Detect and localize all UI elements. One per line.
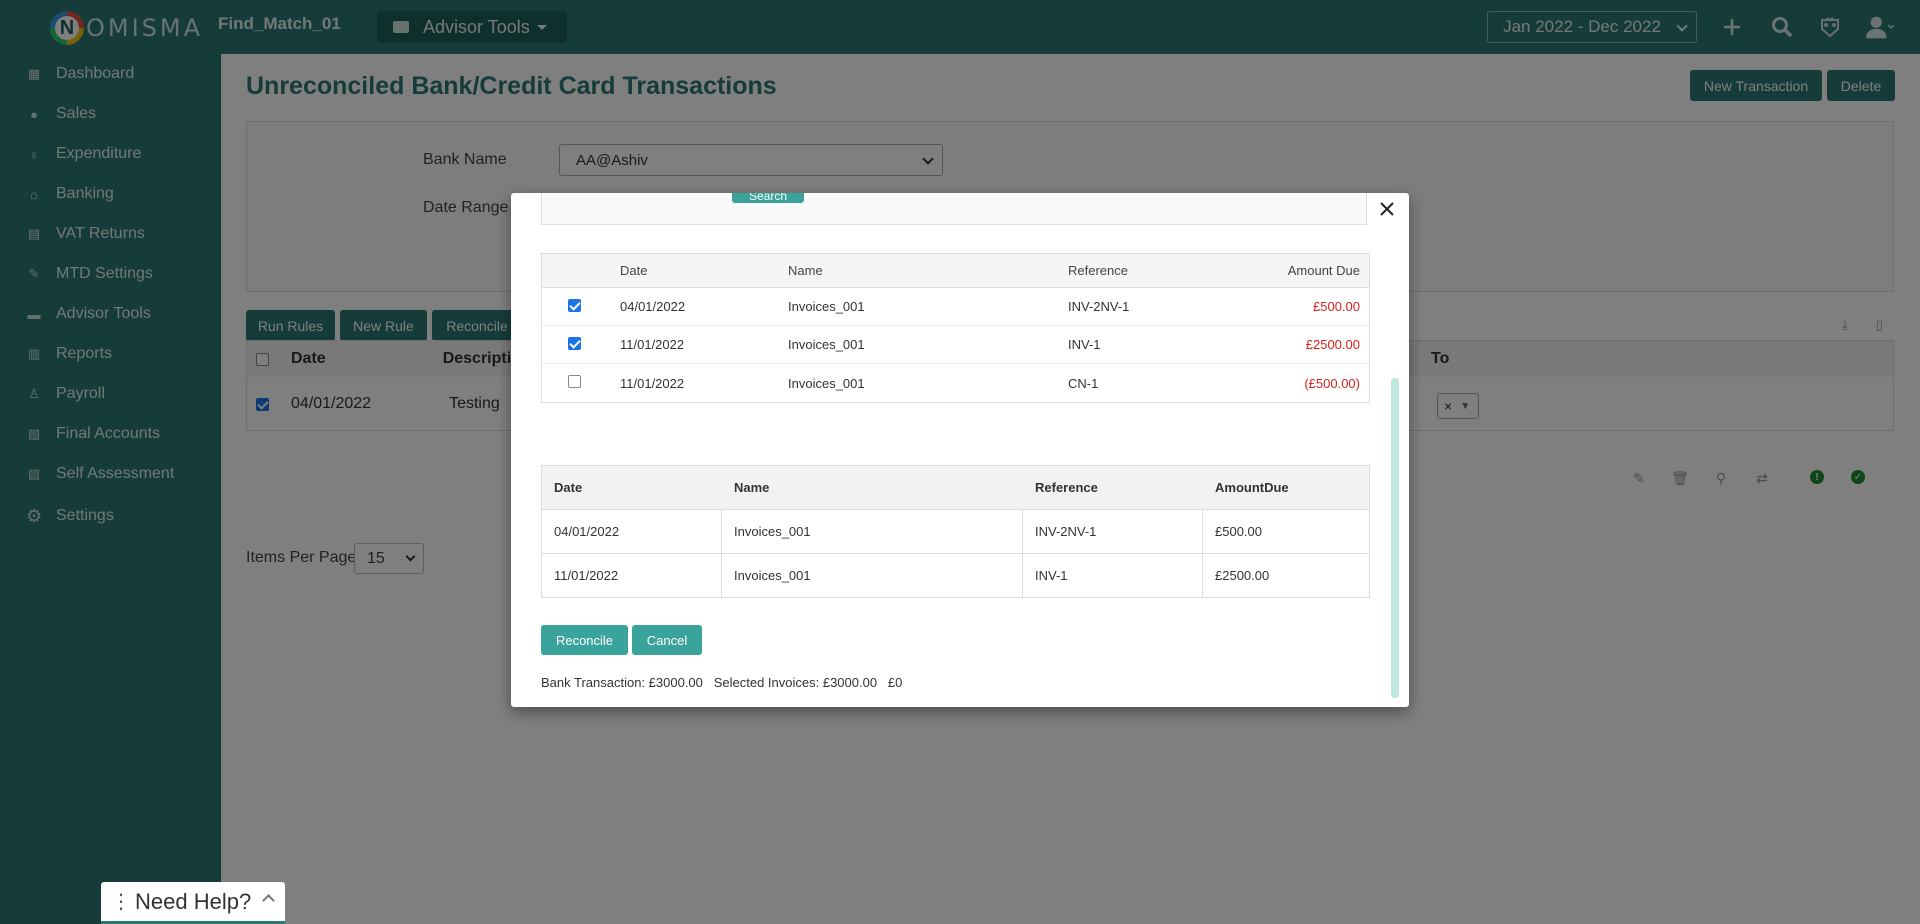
invoice-row[interactable]: 11/01/2022 Invoices_001 INV-1 £2500.00 xyxy=(542,326,1369,364)
column-reference: Reference xyxy=(1035,480,1098,495)
invoice-row[interactable]: 04/01/2022 Invoices_001 INV-2NV-1 £500.0… xyxy=(542,288,1369,326)
selected-date: 11/01/2022 xyxy=(542,554,722,597)
invoice-name: Invoices_001 xyxy=(788,375,865,391)
column-amount-due: Amount Due xyxy=(1287,263,1360,278)
column-reference: Reference xyxy=(1068,263,1128,278)
difference-amount: £0 xyxy=(887,675,903,690)
invoice-reference: INV-2NV-1 xyxy=(1068,299,1130,314)
need-help-widget[interactable]: ⋮ Need Help? xyxy=(101,882,285,924)
selected-row: 11/01/2022 Invoices_001 INV-1 £2500.00 xyxy=(542,553,1369,597)
invoice-reference: CN-1 xyxy=(1068,375,1099,391)
find-match-modal: Search Date Name Reference Amount Due 04… xyxy=(511,193,1409,707)
invoice-name: Invoices_001 xyxy=(788,299,865,314)
modal-scrollbar[interactable] xyxy=(1391,378,1399,698)
invoice-checkbox[interactable] xyxy=(568,336,581,350)
selected-row: 04/01/2022 Invoices_001 INV-2NV-1 £500.0… xyxy=(542,509,1369,553)
invoice-checkbox[interactable] xyxy=(568,298,581,312)
selected-name: Invoices_001 xyxy=(722,554,1023,597)
column-date: Date xyxy=(620,263,648,278)
bank-transaction-total: Bank Transaction: £3000.00 xyxy=(541,675,703,690)
chevron-up-icon[interactable] xyxy=(262,894,275,907)
invoice-reference: INV-1 xyxy=(1068,337,1101,352)
drag-handle-icon[interactable]: ⋮ xyxy=(111,889,131,914)
selected-reference: INV-2NV-1 xyxy=(1023,510,1203,553)
column-name: Name xyxy=(734,480,770,495)
column-amount-due: AmountDue xyxy=(1215,480,1289,495)
invoice-amount: £2500.00 xyxy=(1305,337,1360,352)
search-panel: Search xyxy=(541,193,1367,225)
reconcile-summary: Bank Transaction: £3000.00 Selected Invo… xyxy=(541,675,902,690)
invoice-date: 04/01/2022 xyxy=(620,299,686,314)
selected-invoices-total: Selected Invoices: £3000.00 xyxy=(713,675,878,690)
selected-amount: £500.00 xyxy=(1215,524,1262,539)
selected-table-header: Date Name Reference AmountDue xyxy=(542,466,1369,509)
selected-name: Invoices_001 xyxy=(722,510,1023,553)
column-name: Name xyxy=(788,263,823,278)
selected-invoices-table: Date Name Reference AmountDue 04/01/2022… xyxy=(541,465,1370,598)
search-button-label: Search xyxy=(748,193,788,203)
invoice-table: Date Name Reference Amount Due 04/01/202… xyxy=(541,253,1370,403)
modal-reconcile-button[interactable]: Reconcile xyxy=(541,625,628,655)
invoice-date: 11/01/2022 xyxy=(620,337,685,352)
invoice-table-header: Date Name Reference Amount Due xyxy=(542,254,1369,288)
invoice-amount: (£500.00) xyxy=(1304,375,1360,391)
close-icon[interactable] xyxy=(1377,199,1397,219)
selected-reference: INV-1 xyxy=(1023,554,1203,597)
column-date: Date xyxy=(554,480,583,495)
invoice-name: Invoices_001 xyxy=(788,337,865,352)
search-button[interactable]: Search xyxy=(732,193,804,203)
invoice-amount: £500.00 xyxy=(1313,299,1360,314)
invoice-date: 11/01/2022 xyxy=(620,375,685,391)
selected-date: 04/01/2022 xyxy=(542,510,722,553)
invoice-checkbox[interactable] xyxy=(568,375,581,388)
need-help-label: Need Help? xyxy=(135,888,252,914)
selected-amount: £2500.00 xyxy=(1215,568,1270,583)
invoice-row[interactable]: 11/01/2022 Invoices_001 CN-1 (£500.00) xyxy=(542,364,1369,402)
modal-cancel-button[interactable]: Cancel xyxy=(632,625,702,655)
